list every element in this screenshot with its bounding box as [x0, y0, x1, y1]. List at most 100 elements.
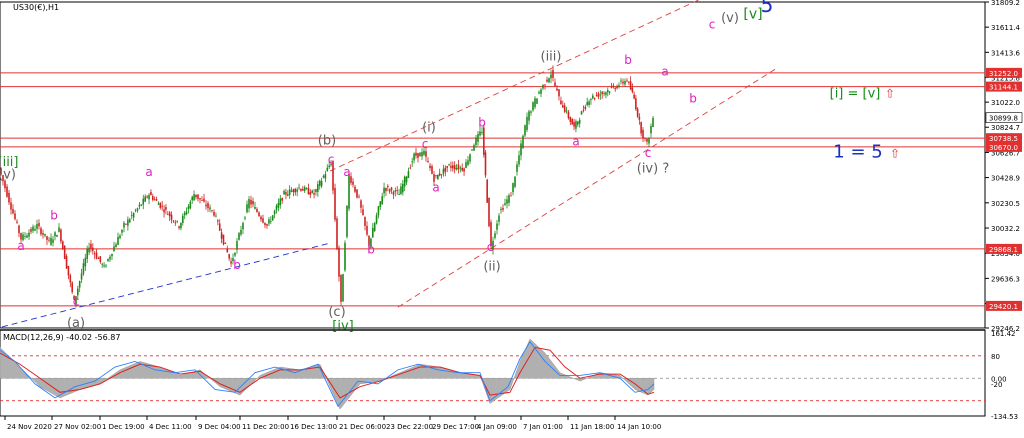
candle-body: [26, 235, 28, 238]
candle-body: [67, 265, 70, 276]
candle-body: [628, 81, 630, 83]
time-tick-label: 14 Jan 10:00: [617, 423, 661, 431]
candle-body: [40, 228, 42, 235]
candle-body: [290, 190, 293, 192]
candle-body: [461, 167, 463, 171]
candle-body: [161, 205, 163, 207]
candle-body: [334, 187, 336, 220]
candle-body: [636, 108, 639, 117]
candle-body: [452, 165, 454, 169]
candle-body: [344, 242, 346, 271]
candle-body: [127, 219, 129, 226]
candle-body: [302, 189, 304, 191]
candle-body: [228, 254, 230, 259]
candle-body: [136, 208, 139, 211]
candle-body: [90, 243, 92, 249]
candle-body: [624, 81, 626, 85]
candle-body: [626, 80, 628, 82]
candle-body: [514, 176, 516, 187]
candle-body: [315, 189, 317, 193]
candle-body: [494, 233, 496, 238]
candle-body: [508, 195, 510, 203]
price-tick-label: 31413.6: [991, 49, 1020, 57]
candle-body: [183, 212, 186, 216]
candle-body: [193, 194, 195, 201]
candle-body: [479, 131, 481, 136]
candle-body: [298, 187, 300, 189]
candle-body: [562, 105, 564, 108]
candle-body: [163, 209, 165, 213]
candle-body: [254, 206, 256, 209]
time-tick-label: 1 Dec 19:00: [102, 423, 145, 431]
candle-body: [84, 257, 87, 267]
candle-body: [168, 212, 171, 217]
candle-body: [80, 273, 83, 280]
macd-tick-label: -134.53: [991, 413, 1018, 421]
candle-body: [262, 218, 264, 223]
candle-body: [394, 190, 397, 192]
candle-body: [375, 215, 378, 224]
time-tick-label: 4 Dec 11:00: [149, 423, 192, 431]
candle-body: [199, 198, 201, 200]
candle-body: [496, 223, 498, 230]
candle-body: [475, 137, 477, 146]
candle-body: [165, 207, 167, 210]
candle-body: [346, 205, 348, 237]
candle-body: [99, 256, 102, 262]
candle-body: [388, 189, 391, 192]
candle-body: [209, 207, 211, 210]
candle-body: [477, 133, 479, 142]
wave-label: (ii): [483, 259, 500, 274]
candle-body: [65, 255, 68, 269]
up-arrow-icon: ⇧: [885, 87, 895, 101]
candle-body: [88, 247, 90, 253]
candle-body: [266, 224, 268, 226]
wave-label: (iv) ?: [637, 161, 669, 176]
candle-body: [417, 153, 419, 158]
candle-body: [113, 246, 115, 252]
candle-body: [584, 106, 587, 110]
candle-body: [481, 132, 483, 133]
candle-body: [63, 245, 66, 260]
candle-body: [30, 229, 32, 232]
candle-body: [379, 201, 382, 207]
candle-body: [540, 89, 542, 94]
candle-body: [48, 239, 50, 241]
candle-body: [201, 200, 203, 201]
candle-body: [629, 81, 632, 90]
candle-body: [488, 197, 490, 227]
candle-body: [465, 162, 467, 168]
candle-body: [185, 211, 188, 215]
candle-body: [318, 180, 321, 186]
candle-body: [425, 151, 427, 157]
candle-body: [635, 98, 637, 110]
candle-body: [560, 100, 562, 105]
candle-body: [242, 223, 244, 230]
wave-label: b: [233, 258, 241, 272]
candle-body: [52, 239, 54, 243]
candle-body: [140, 204, 143, 206]
candle-body: [500, 209, 502, 211]
candle-body: [60, 229, 62, 242]
candle-body: [14, 213, 16, 220]
wave-label: a: [145, 165, 152, 179]
candle-body: [324, 174, 327, 179]
candle-body: [398, 193, 400, 195]
candle-body: [138, 204, 141, 207]
candle-body: [548, 78, 550, 83]
candle-body: [467, 160, 469, 165]
wave-label: (v): [0, 168, 16, 183]
candle-body: [427, 160, 429, 162]
candle-body: [423, 150, 425, 155]
candle-body: [103, 265, 105, 267]
candle-body: [340, 274, 342, 302]
candle-body: [279, 198, 282, 206]
candle-body: [618, 85, 620, 87]
candle-body: [170, 214, 173, 220]
time-tick-label: 24 Nov 2020: [7, 423, 52, 431]
candle-body: [270, 220, 272, 222]
candle-body: [248, 199, 250, 209]
candle-body: [453, 165, 456, 170]
candle-body: [578, 119, 581, 124]
candle-body: [78, 281, 81, 288]
